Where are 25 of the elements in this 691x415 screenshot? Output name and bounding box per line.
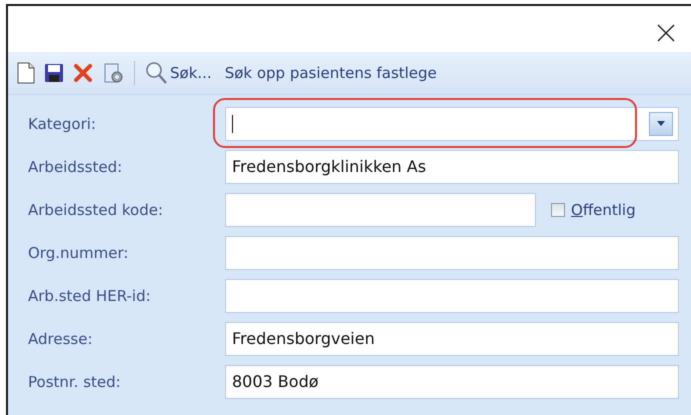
field-label: Arbeidssted kode: — [28, 200, 164, 218]
input-field[interactable] — [225, 192, 536, 226]
checkbox[interactable] — [551, 202, 565, 216]
delete-icon[interactable] — [73, 63, 93, 83]
new-document-icon[interactable] — [17, 62, 35, 84]
input-field[interactable]: 8003 Bodø — [225, 364, 679, 398]
find-gp-button[interactable]: Søk opp pasientens fastlege — [224, 64, 437, 82]
field-label: Kategori: — [28, 114, 97, 132]
field-label: Arb.sted HER-id: — [28, 286, 152, 304]
field-label: Org.nummer: — [28, 244, 130, 262]
close-icon[interactable] — [657, 24, 675, 42]
checkbox-label[interactable]: Offentlig — [571, 200, 636, 218]
document-gear-icon[interactable] — [102, 62, 124, 84]
search-icon[interactable] — [145, 61, 167, 85]
caret-icon — [657, 121, 665, 126]
input-field[interactable] — [225, 278, 679, 312]
field-label: Arbeidssted: — [28, 158, 124, 176]
input-field[interactable] — [225, 236, 679, 270]
input-field[interactable]: Fredensborgklinikken As — [225, 150, 679, 184]
input-field[interactable]: Fredensborgveien — [225, 322, 679, 356]
save-icon[interactable] — [44, 63, 64, 83]
field-label: Postnr. sted: — [28, 372, 122, 390]
field-label: Adresse: — [28, 330, 94, 348]
search-button[interactable]: Søk... — [170, 64, 212, 82]
dropdown-button[interactable] — [649, 112, 673, 136]
